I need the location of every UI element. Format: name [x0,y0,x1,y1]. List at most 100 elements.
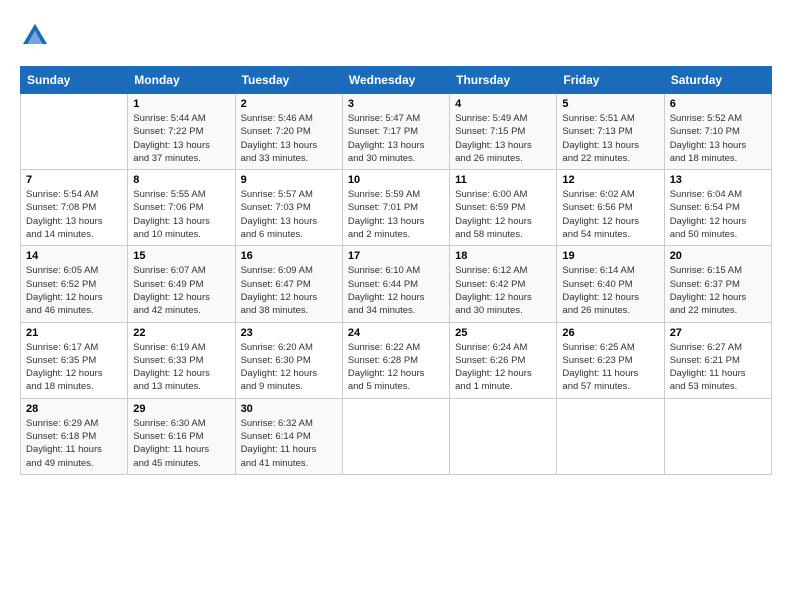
day-info: Sunrise: 6:15 AMSunset: 6:37 PMDaylight:… [670,264,766,317]
day-info: Sunrise: 5:54 AMSunset: 7:08 PMDaylight:… [26,188,122,241]
day-cell: 14Sunrise: 6:05 AMSunset: 6:52 PMDayligh… [21,246,128,322]
day-number: 12 [562,174,658,186]
day-cell: 20 Sunrise: 6:15 AMSunset: 6:37 PMDayligh… [664,246,771,322]
day-cell: 22Sunrise: 6:19 AMSunset: 6:33 PMDayligh… [128,322,235,398]
calendar-body: 1 Sunrise: 5:44 AMSunset: 7:22 PMDaylight… [21,94,772,475]
day-info: Sunrise: 5:47 AMSunset: 7:17 PMDaylight:… [348,112,444,165]
day-number: 18 [455,250,551,262]
day-info: Sunrise: 6:04 AMSunset: 6:54 PMDaylight:… [670,188,766,241]
day-info: Sunrise: 6:05 AMSunset: 6:52 PMDaylight:… [26,264,122,317]
calendar-table: SundayMondayTuesdayWednesdayThursdayFrid… [20,66,772,475]
day-info: Sunrise: 6:30 AMSunset: 6:16 PMDaylight:… [133,417,229,470]
day-cell [21,94,128,170]
header-cell-thursday: Thursday [450,67,557,94]
header-cell-tuesday: Tuesday [235,67,342,94]
day-number: 11 [455,174,551,186]
day-cell: 26Sunrise: 6:25 AMSunset: 6:23 PMDayligh… [557,322,664,398]
day-number: 24 [348,327,444,339]
day-cell: 27Sunrise: 6:27 AMSunset: 6:21 PMDayligh… [664,322,771,398]
day-cell [450,398,557,474]
day-cell [664,398,771,474]
logo-icon [20,20,50,50]
day-cell: 10 Sunrise: 5:59 AMSunset: 7:01 PMDayligh… [342,170,449,246]
logo [20,20,54,50]
day-number: 25 [455,327,551,339]
calendar-header: SundayMondayTuesdayWednesdayThursdayFrid… [21,67,772,94]
day-cell: 16 Sunrise: 6:09 AMSunset: 6:47 PMDayligh… [235,246,342,322]
day-number: 16 [241,250,337,262]
day-info: Sunrise: 6:00 AMSunset: 6:59 PMDaylight:… [455,188,551,241]
day-info: Sunrise: 6:24 AMSunset: 6:26 PMDaylight:… [455,341,551,394]
day-info: Sunrise: 6:17 AMSunset: 6:35 PMDaylight:… [26,341,122,394]
day-number: 4 [455,98,551,110]
day-info: Sunrise: 5:49 AMSunset: 7:15 PMDaylight:… [455,112,551,165]
day-cell: 23 Sunrise: 6:20 AMSunset: 6:30 PMDayligh… [235,322,342,398]
day-info: Sunrise: 6:29 AMSunset: 6:18 PMDaylight:… [26,417,122,470]
day-info: Sunrise: 5:52 AMSunset: 7:10 PMDaylight:… [670,112,766,165]
day-number: 17 [348,250,444,262]
week-row-2: 14Sunrise: 6:05 AMSunset: 6:52 PMDayligh… [21,246,772,322]
page-header [20,20,772,50]
day-info: Sunrise: 6:19 AMSunset: 6:33 PMDaylight:… [133,341,229,394]
day-cell: 5Sunrise: 5:51 AMSunset: 7:13 PMDaylight… [557,94,664,170]
day-info: Sunrise: 6:20 AMSunset: 6:30 PMDaylight:… [241,341,337,394]
day-number: 9 [241,174,337,186]
day-cell: 7Sunrise: 5:54 AMSunset: 7:08 PMDaylight… [21,170,128,246]
day-info: Sunrise: 6:22 AMSunset: 6:28 PMDaylight:… [348,341,444,394]
day-number: 19 [562,250,658,262]
day-info: Sunrise: 6:10 AMSunset: 6:44 PMDaylight:… [348,264,444,317]
day-number: 2 [241,98,337,110]
day-info: Sunrise: 6:12 AMSunset: 6:42 PMDaylight:… [455,264,551,317]
day-info: Sunrise: 5:46 AMSunset: 7:20 PMDaylight:… [241,112,337,165]
day-cell: 12 Sunrise: 6:02 AMSunset: 6:56 PMDayligh… [557,170,664,246]
week-row-4: 28Sunrise: 6:29 AMSunset: 6:18 PMDayligh… [21,398,772,474]
day-cell: 13 Sunrise: 6:04 AMSunset: 6:54 PMDayligh… [664,170,771,246]
day-cell: 30 Sunrise: 6:32 AMSunset: 6:14 PMDayligh… [235,398,342,474]
day-number: 23 [241,327,337,339]
day-cell: 11 Sunrise: 6:00 AMSunset: 6:59 PMDayligh… [450,170,557,246]
day-info: Sunrise: 6:02 AMSunset: 6:56 PMDaylight:… [562,188,658,241]
header-cell-friday: Friday [557,67,664,94]
day-cell: 2 Sunrise: 5:46 AMSunset: 7:20 PMDaylight… [235,94,342,170]
day-number: 8 [133,174,229,186]
header-cell-saturday: Saturday [664,67,771,94]
day-number: 15 [133,250,229,262]
day-cell: 9Sunrise: 5:57 AMSunset: 7:03 PMDaylight… [235,170,342,246]
day-number: 20 [670,250,766,262]
day-number: 13 [670,174,766,186]
day-cell: 1 Sunrise: 5:44 AMSunset: 7:22 PMDaylight… [128,94,235,170]
day-cell: 24 Sunrise: 6:22 AMSunset: 6:28 PMDayligh… [342,322,449,398]
day-number: 1 [133,98,229,110]
day-cell: 21 Sunrise: 6:17 AMSunset: 6:35 PMDayligh… [21,322,128,398]
header-row: SundayMondayTuesdayWednesdayThursdayFrid… [21,67,772,94]
day-cell: 28Sunrise: 6:29 AMSunset: 6:18 PMDayligh… [21,398,128,474]
day-number: 21 [26,327,122,339]
day-info: Sunrise: 6:09 AMSunset: 6:47 PMDaylight:… [241,264,337,317]
day-cell: 29 Sunrise: 6:30 AMSunset: 6:16 PMDayligh… [128,398,235,474]
day-cell: 4 Sunrise: 5:49 AMSunset: 7:15 PMDaylight… [450,94,557,170]
day-info: Sunrise: 6:07 AMSunset: 6:49 PMDaylight:… [133,264,229,317]
day-number: 10 [348,174,444,186]
day-number: 30 [241,403,337,415]
day-number: 29 [133,403,229,415]
day-cell [557,398,664,474]
day-cell: 15 Sunrise: 6:07 AMSunset: 6:49 PMDayligh… [128,246,235,322]
day-info: Sunrise: 5:55 AMSunset: 7:06 PMDaylight:… [133,188,229,241]
header-cell-monday: Monday [128,67,235,94]
day-cell [342,398,449,474]
week-row-1: 7Sunrise: 5:54 AMSunset: 7:08 PMDaylight… [21,170,772,246]
day-number: 6 [670,98,766,110]
header-cell-sunday: Sunday [21,67,128,94]
day-number: 5 [562,98,658,110]
day-info: Sunrise: 5:44 AMSunset: 7:22 PMDaylight:… [133,112,229,165]
week-row-3: 21 Sunrise: 6:17 AMSunset: 6:35 PMDayligh… [21,322,772,398]
day-number: 26 [562,327,658,339]
day-cell: 18 Sunrise: 6:12 AMSunset: 6:42 PMDayligh… [450,246,557,322]
week-row-0: 1 Sunrise: 5:44 AMSunset: 7:22 PMDaylight… [21,94,772,170]
day-info: Sunrise: 6:27 AMSunset: 6:21 PMDaylight:… [670,341,766,394]
day-cell: 6 Sunrise: 5:52 AMSunset: 7:10 PMDaylight… [664,94,771,170]
day-cell: 25 Sunrise: 6:24 AMSunset: 6:26 PMDayligh… [450,322,557,398]
day-info: Sunrise: 6:32 AMSunset: 6:14 PMDaylight:… [241,417,337,470]
day-cell: 19Sunrise: 6:14 AMSunset: 6:40 PMDayligh… [557,246,664,322]
day-info: Sunrise: 5:59 AMSunset: 7:01 PMDaylight:… [348,188,444,241]
